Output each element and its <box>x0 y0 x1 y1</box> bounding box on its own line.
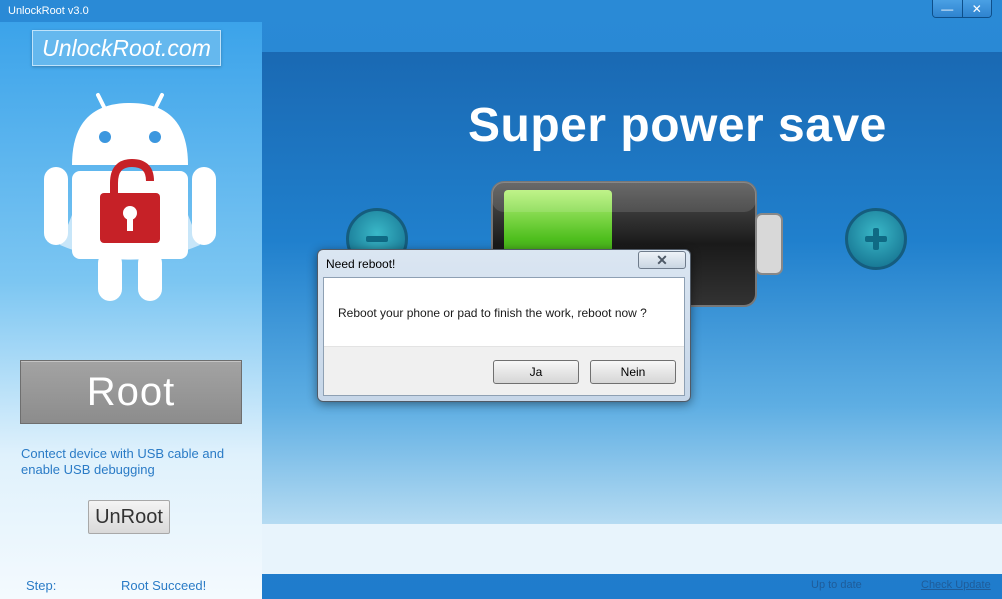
dialog-title: Need reboot! <box>326 257 396 271</box>
window-title: UnlockRoot v3.0 <box>8 5 89 17</box>
yes-button[interactable]: Ja <box>493 360 579 384</box>
connect-hint: Contect device with USB cable and enable… <box>21 446 225 477</box>
title-bar: UnlockRoot v3.0 — ✕ <box>0 0 1002 22</box>
unroot-button[interactable]: UnRoot <box>88 500 170 534</box>
app-window: UnlockRoot v3.0 — ✕ UnlockRoot.com Root … <box>0 0 1002 599</box>
minimize-button[interactable]: — <box>933 0 962 17</box>
window-controls: — ✕ <box>932 0 992 18</box>
dialog-close-button[interactable]: ✕ <box>638 251 686 269</box>
step-status: Root Succeed! <box>121 578 207 593</box>
headline: Super power save <box>468 99 887 152</box>
update-status: Up to date <box>811 579 862 591</box>
root-button[interactable]: Root <box>20 360 242 424</box>
no-button[interactable]: Nein <box>590 360 676 384</box>
check-update-link[interactable]: Check Update <box>921 579 991 591</box>
main-footer-area <box>262 524 1002 574</box>
android-lock-icon <box>44 93 216 301</box>
brand-logo: UnlockRoot.com <box>32 30 221 66</box>
plus-glyph-icon <box>865 228 887 250</box>
dialog-footer: Ja Nein <box>324 346 684 395</box>
step-label: Step: <box>26 578 57 593</box>
close-button[interactable]: ✕ <box>961 0 991 17</box>
dialog-message: Reboot your phone or pad to finish the w… <box>338 306 647 320</box>
plus-circle-icon[interactable] <box>845 208 907 270</box>
reboot-dialog: Need reboot! ✕ Reboot your phone or pad … <box>317 249 691 402</box>
status-bar: Step: Root Succeed! Up to date Check Upd… <box>0 574 1002 599</box>
dialog-body: Reboot your phone or pad to finish the w… <box>323 277 685 396</box>
